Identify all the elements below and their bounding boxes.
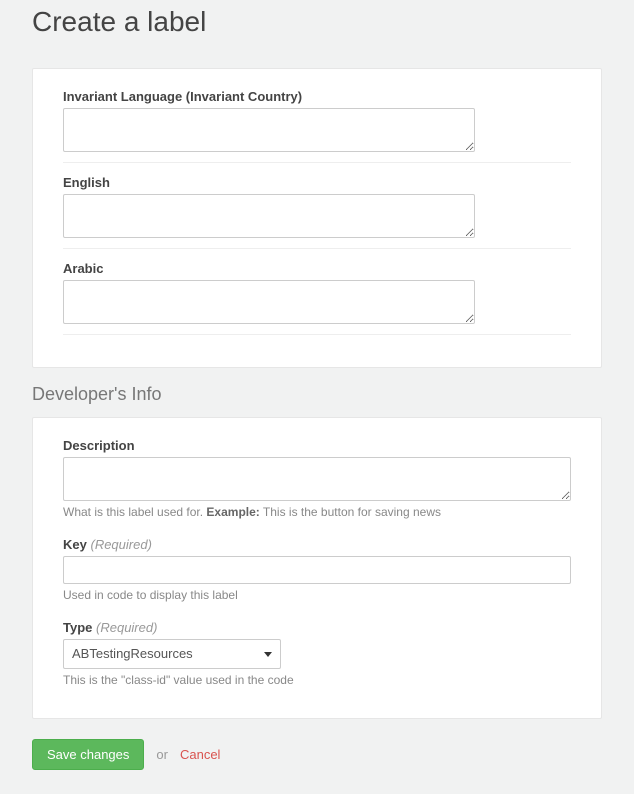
english-label: English [63, 175, 571, 190]
invariant-textarea[interactable] [63, 108, 475, 152]
languages-panel: Invariant Language (Invariant Country) E… [32, 68, 602, 368]
key-help: Used in code to display this label [63, 587, 571, 604]
description-help: What is this label used for. Example: Th… [63, 504, 571, 521]
description-textarea[interactable] [63, 457, 571, 501]
type-help: This is the "class-id" value used in the… [63, 672, 571, 689]
english-textarea[interactable] [63, 194, 475, 238]
divider [63, 162, 571, 163]
page-title: Create a label [32, 6, 602, 38]
cancel-link[interactable]: Cancel [180, 747, 220, 762]
arabic-label: Arabic [63, 261, 571, 276]
key-label: Key (Required) [63, 537, 571, 552]
developer-info-panel: Description What is this label used for.… [32, 417, 602, 719]
divider [63, 334, 571, 335]
description-label: Description [63, 438, 571, 453]
developer-info-title: Developer's Info [32, 384, 602, 405]
arabic-textarea[interactable] [63, 280, 475, 324]
divider [63, 248, 571, 249]
type-select[interactable]: ABTestingResources [63, 639, 281, 669]
or-text: or [156, 747, 168, 762]
save-button[interactable]: Save changes [32, 739, 144, 770]
type-label: Type (Required) [63, 620, 571, 635]
key-input[interactable] [63, 556, 571, 584]
actions-row: Save changes or Cancel [32, 739, 602, 770]
invariant-label: Invariant Language (Invariant Country) [63, 89, 571, 104]
